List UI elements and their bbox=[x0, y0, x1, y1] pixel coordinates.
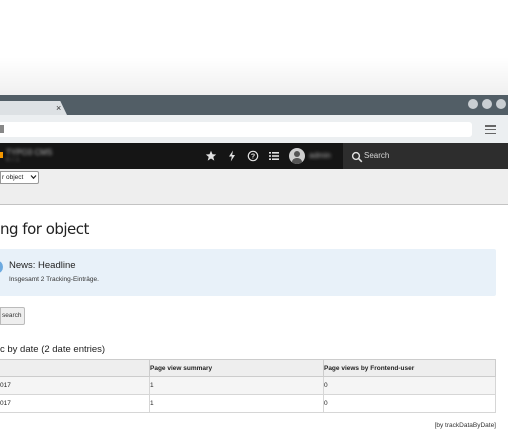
logo[interactable] bbox=[0, 152, 3, 158]
list-icon[interactable] bbox=[268, 150, 280, 162]
info-callout bbox=[0, 249, 496, 296]
column-header-date bbox=[0, 359, 151, 377]
minimize-icon[interactable] bbox=[468, 99, 478, 109]
site-version: 8.7.1 bbox=[6, 157, 20, 163]
chevron-down-icon bbox=[30, 174, 37, 182]
close-tab-icon[interactable]: × bbox=[56, 101, 61, 115]
search-button[interactable]: search bbox=[0, 307, 25, 325]
table-row: 017 1 0 bbox=[0, 376, 497, 395]
user-avatar[interactable] bbox=[289, 148, 305, 164]
table-cell: 017 bbox=[0, 376, 151, 395]
maximize-icon[interactable] bbox=[482, 99, 492, 109]
page-background bbox=[0, 0, 508, 95]
close-window-icon[interactable] bbox=[496, 99, 506, 109]
address-bar[interactable] bbox=[0, 122, 472, 137]
table-header-row: Page view summary Page views by Frontend… bbox=[0, 359, 497, 377]
help-icon[interactable]: ? bbox=[247, 150, 259, 162]
section-title: c by date (2 date entries) bbox=[0, 344, 106, 355]
bolt-icon[interactable] bbox=[226, 150, 238, 162]
svg-text:?: ? bbox=[251, 154, 255, 161]
table-cell: 1 bbox=[149, 376, 324, 395]
menu-icon[interactable] bbox=[485, 125, 496, 137]
browser-tab-bar bbox=[0, 95, 508, 115]
column-header-page-view-summary: Page view summary bbox=[149, 359, 324, 377]
username[interactable]: admin bbox=[309, 151, 331, 160]
site-name: TYPO3 CMS bbox=[6, 148, 53, 157]
footer-text: [by trackDataByDate] bbox=[434, 422, 496, 429]
address-bar-icon bbox=[0, 125, 4, 133]
star-icon[interactable] bbox=[205, 150, 217, 162]
search-icon bbox=[351, 150, 363, 163]
info-text: Insgesamt 2 Tracking-Einträge. bbox=[9, 276, 99, 283]
info-title: News: Headline bbox=[9, 260, 76, 271]
tracking-table: Page view summary Page views by Frontend… bbox=[0, 359, 497, 413]
search-button-label: search bbox=[2, 312, 22, 319]
search-label[interactable]: Search bbox=[364, 151, 389, 160]
table-cell: 017 bbox=[0, 394, 151, 413]
table-row: 017 1 0 bbox=[0, 394, 497, 413]
table-cell: 0 bbox=[323, 376, 497, 395]
doc-header bbox=[0, 169, 508, 205]
selector-value: r object bbox=[2, 174, 24, 181]
table-cell: 1 bbox=[149, 394, 324, 413]
table-cell: 0 bbox=[323, 394, 497, 413]
page-title: ng for object bbox=[0, 220, 89, 238]
column-header-frontend-user-views: Page views by Frontend-user bbox=[323, 359, 497, 377]
